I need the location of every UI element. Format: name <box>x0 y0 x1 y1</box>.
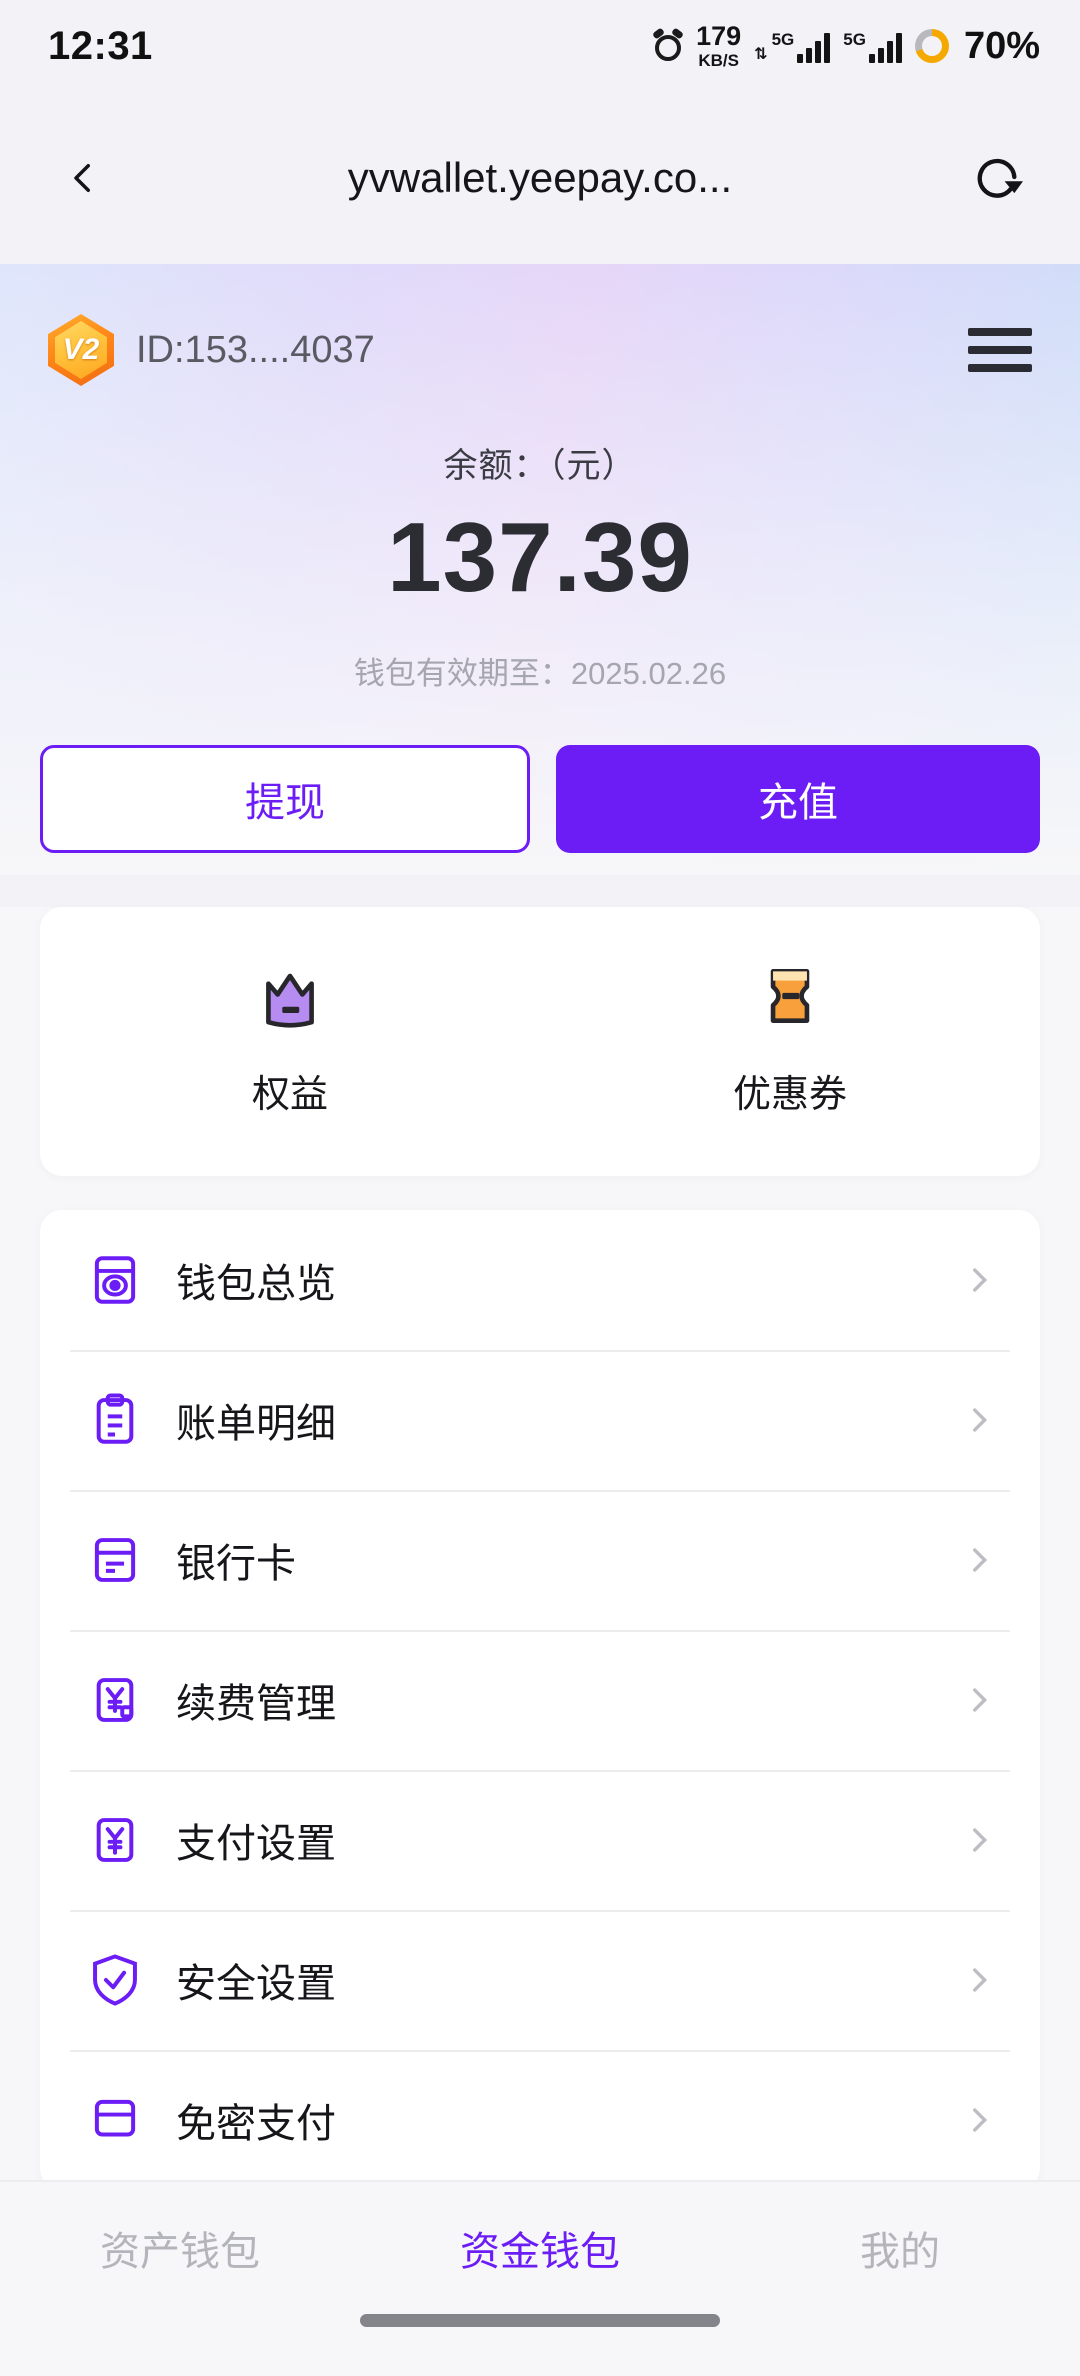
chevron-right-icon <box>973 1548 988 1572</box>
menu-item-label: 续费管理 <box>176 1682 336 1726</box>
wallet-overview-icon <box>94 1256 136 1304</box>
menu-item-label: 银行卡 <box>176 1542 296 1586</box>
chevron-right-icon <box>973 1828 988 1852</box>
phone-screen: 12:31 179 KB/S ⇅ 5G 5G 70% yvwallet.yeep… <box>0 0 1080 2376</box>
hero-action-buttons: 提现 充值 <box>0 693 1080 853</box>
status-icons: 179 KB/S ⇅ 5G 5G 70% <box>652 21 1040 70</box>
network-speed-value: 179 <box>696 21 742 51</box>
sim2-bars-icon <box>868 32 902 63</box>
quick-action-label: 优惠券 <box>732 1074 847 1116</box>
chevron-right-icon <box>973 2108 988 2132</box>
sim1-signal: ⇅ 5G <box>754 29 831 63</box>
vip-level-text: V2 <box>62 333 100 366</box>
chevron-left-icon[interactable] <box>48 143 118 213</box>
network-speed-unit: KB/S <box>698 51 739 70</box>
home-indicator <box>0 2314 1080 2376</box>
menu-item-renewal-management[interactable]: 续费管理 <box>70 1630 1010 1770</box>
network-speed: 179 KB/S <box>696 21 742 70</box>
page-title: yvwallet.yeepay.co... <box>347 154 733 201</box>
menu-item-passwordless-payment[interactable]: 免密支付 <box>70 2050 1010 2190</box>
menu-item-label: 免密支付 <box>176 2102 336 2146</box>
balance-label: 余额：（元） <box>443 447 637 485</box>
recharge-button[interactable]: 充值 <box>556 745 1040 853</box>
quick-action-coupon[interactable]: 优惠券 <box>540 959 1040 1118</box>
status-bar: 12:31 179 KB/S ⇅ 5G 5G 70% <box>0 0 1080 92</box>
hero-top-row: V2 ID:153....4037 <box>0 264 1080 386</box>
user-id-block[interactable]: V2 ID:153....4037 <box>48 314 375 386</box>
status-time: 12:31 <box>48 23 153 68</box>
tab-fund-wallet[interactable]: 资金钱包 <box>360 2219 720 2277</box>
menu-item-bill-details[interactable]: 账单明细 <box>70 1350 1010 1490</box>
data-transfer-arrows-icon: ⇅ <box>754 45 768 63</box>
sim2-network-label: 5G <box>843 29 866 49</box>
user-id-text: ID:153....4037 <box>136 328 375 371</box>
alarm-icon <box>652 27 685 62</box>
tab-mine[interactable]: 我的 <box>720 2219 1080 2277</box>
bank-card-icon <box>94 1538 136 1582</box>
renewal-yuan-icon <box>96 1678 134 1722</box>
menu-item-label: 账单明细 <box>176 1402 336 1446</box>
browser-toolbar: yvwallet.yeepay.co... <box>0 92 1080 264</box>
main-content: 权益 优惠券 钱包总览 账单明细 银行卡 续费管理 支付设置 安全设置 免密支付 <box>0 907 1080 2190</box>
menu-item-payment-settings[interactable]: 支付设置 <box>70 1770 1010 1910</box>
quick-action-label: 权益 <box>251 1074 328 1116</box>
bill-details-icon <box>96 1393 134 1444</box>
payment-yuan-icon <box>96 1818 134 1862</box>
balance-amount: 137.39 <box>387 502 693 612</box>
menu-item-label: 钱包总览 <box>176 1262 336 1306</box>
hamburger-icon[interactable] <box>968 324 1032 376</box>
quick-actions-card: 权益 优惠券 <box>40 907 1040 1176</box>
passwordless-pay-icon <box>94 2099 136 2137</box>
menu-item-wallet-overview[interactable]: 钱包总览 <box>70 1210 1010 1350</box>
coupon-icon <box>770 969 810 1023</box>
vip-level-badge-icon: V2 <box>48 314 114 386</box>
sim2-signal: 5G <box>843 30 902 63</box>
wallet-hero: V2 ID:153....4037 余额：（元） 137.39 钱包有效期至：2… <box>0 264 1080 875</box>
shield-check-icon <box>93 1954 137 2006</box>
tab-list: 资产钱包 资金钱包 我的 <box>0 2182 1080 2314</box>
withdraw-button[interactable]: 提现 <box>40 745 530 853</box>
sim1-bars-icon <box>797 32 831 63</box>
chevron-right-icon <box>973 1968 988 1992</box>
reload-icon[interactable] <box>962 143 1032 213</box>
menu-item-security-settings[interactable]: 安全设置 <box>70 1910 1010 2050</box>
wallet-menu-card: 钱包总览 账单明细 银行卡 续费管理 支付设置 安全设置 免密支付 <box>40 1210 1040 2190</box>
menu-item-bank-card[interactable]: 银行卡 <box>70 1490 1010 1630</box>
bottom-tab-bar: 资产钱包 资金钱包 我的 <box>0 2180 1080 2376</box>
chevron-right-icon <box>973 1408 988 1432</box>
sim1-network-label: 5G <box>771 29 795 49</box>
wallet-expiry-text: 钱包有效期至：2025.02.26 <box>353 656 727 691</box>
menu-item-label: 安全设置 <box>176 1962 336 2006</box>
tab-asset-wallet[interactable]: 资产钱包 <box>0 2219 360 2277</box>
chevron-right-icon <box>973 1688 988 1712</box>
chevron-right-icon <box>973 1268 988 1292</box>
home-indicator-bar[interactable] <box>360 2314 720 2327</box>
battery-ring-icon <box>914 29 949 63</box>
quick-action-benefits[interactable]: 权益 <box>40 959 540 1118</box>
menu-item-label: 支付设置 <box>176 1822 336 1866</box>
battery-percent: 70% <box>963 24 1040 67</box>
crown-icon <box>266 973 314 1028</box>
